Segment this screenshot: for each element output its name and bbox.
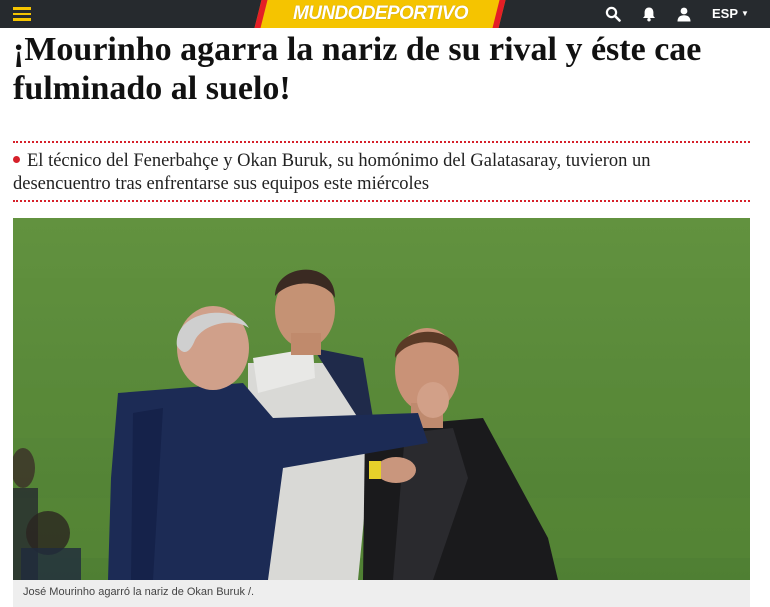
bullet-icon xyxy=(13,156,20,163)
chevron-down-icon: ▼ xyxy=(741,9,749,18)
photo-illustration xyxy=(13,218,750,580)
subtitle-divider-bottom xyxy=(13,200,750,202)
photo-caption: José Mourinho agarró la nariz de Okan Bu… xyxy=(23,586,255,598)
article-headline: ¡Mourinho agarra la nariz de su rival y … xyxy=(13,31,702,107)
logo-part-deportivo: DEPORTIVO xyxy=(361,3,468,24)
language-label: ESP xyxy=(712,6,739,21)
article-subtitle: El técnico del Fenerbahçe y Okan Buruk, … xyxy=(13,150,750,196)
site-logo[interactable]: MUNDODEPORTIVO xyxy=(254,0,506,28)
user-icon[interactable] xyxy=(676,6,692,22)
top-navigation-bar: MUNDODEPORTIVO ESP ▼ xyxy=(0,0,770,28)
menu-icon[interactable] xyxy=(13,7,31,21)
logo-part-mundo: MUNDO xyxy=(292,3,362,24)
search-icon[interactable] xyxy=(605,6,621,22)
photo-caption-bar: José Mourinho agarró la nariz de Okan Bu… xyxy=(13,580,750,607)
article-photo[interactable] xyxy=(13,218,750,580)
subtitle-text: El técnico del Fenerbahçe y Okan Buruk, … xyxy=(13,151,651,194)
subtitle-divider-top xyxy=(13,141,750,143)
bell-icon[interactable] xyxy=(641,6,657,22)
language-selector[interactable]: ESP ▼ xyxy=(712,6,749,21)
logo-text: MUNDODEPORTIVO xyxy=(293,3,468,25)
